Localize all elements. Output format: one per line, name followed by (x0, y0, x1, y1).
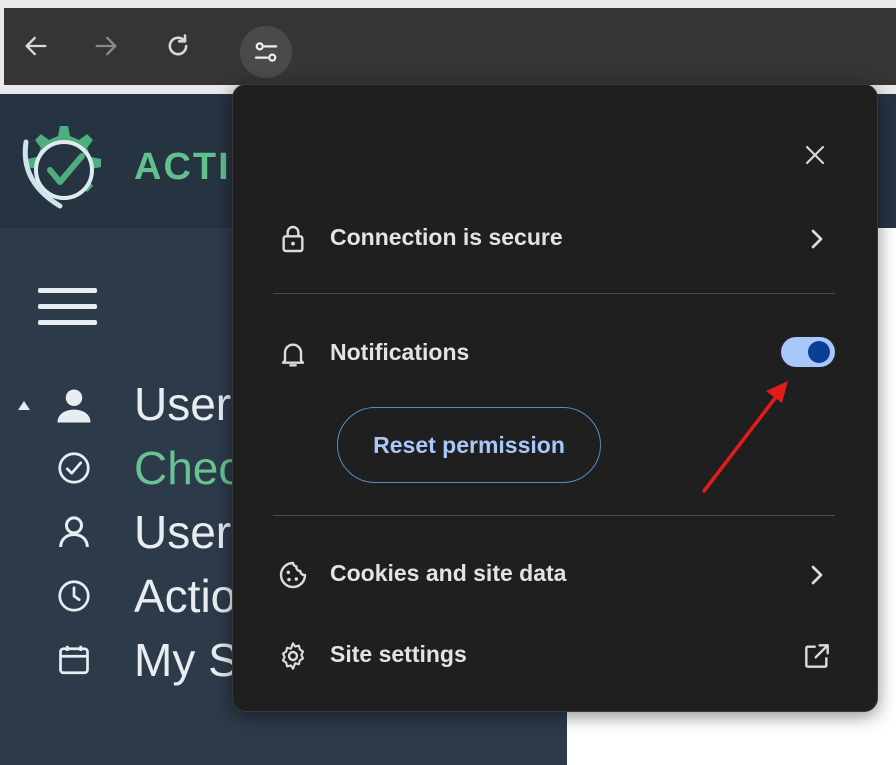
sidebar-item-label: Actio (134, 570, 237, 622)
cookie-icon (279, 561, 307, 589)
notifications-toggle[interactable] (781, 337, 835, 367)
browser-toolbar (4, 8, 896, 85)
hamburger-bar (38, 288, 97, 293)
site-settings-label: Site settings (330, 641, 467, 667)
back-button[interactable] (18, 28, 54, 64)
reload-icon (168, 34, 188, 56)
divider (273, 293, 835, 294)
chevron-right-icon (811, 229, 823, 249)
reset-permission-button[interactable]: Reset permission (337, 407, 601, 483)
user-outline-icon (59, 516, 89, 548)
toggle-knob (808, 341, 830, 363)
close-icon (805, 145, 825, 165)
back-arrow-icon (25, 36, 47, 56)
tune-icon (254, 42, 278, 62)
person-icon (57, 389, 91, 423)
menu-toggle-button[interactable] (38, 288, 98, 328)
caret-up-icon (18, 401, 30, 410)
clock-icon (58, 580, 90, 612)
site-info-popup: Connection is secure Notifications Reset… (232, 84, 878, 712)
calendar-icon (59, 645, 89, 675)
cookies-label: Cookies and site data (330, 560, 567, 586)
browser-chrome (0, 0, 896, 94)
site-logo-text: ACTI (134, 146, 231, 188)
reload-button[interactable] (160, 28, 196, 64)
sidebar-item-label: Chec (134, 442, 242, 494)
forward-button[interactable] (88, 28, 124, 64)
chevron-right-icon (811, 565, 823, 585)
gear-check-logo-icon (22, 126, 101, 209)
lock-icon (282, 225, 304, 253)
connection-row[interactable]: Connection is secure (233, 209, 877, 265)
gear-icon (281, 642, 305, 670)
check-circle-icon (58, 452, 90, 484)
bell-icon (281, 343, 305, 367)
sidebar-item-label: User (134, 506, 232, 558)
forward-arrow-icon (95, 36, 117, 56)
notifications-label: Notifications (330, 339, 470, 365)
sidebar-item-label: User (134, 378, 232, 430)
cookies-row[interactable]: Cookies and site data (233, 545, 877, 601)
divider (273, 515, 835, 516)
open-in-new-icon (805, 644, 829, 668)
hamburger-bar (38, 320, 97, 325)
connection-label: Connection is secure (330, 224, 563, 250)
hamburger-bar (38, 304, 97, 309)
close-button[interactable] (793, 133, 837, 177)
site-info-button[interactable] (240, 26, 292, 78)
site-settings-row[interactable]: Site settings (233, 626, 877, 682)
